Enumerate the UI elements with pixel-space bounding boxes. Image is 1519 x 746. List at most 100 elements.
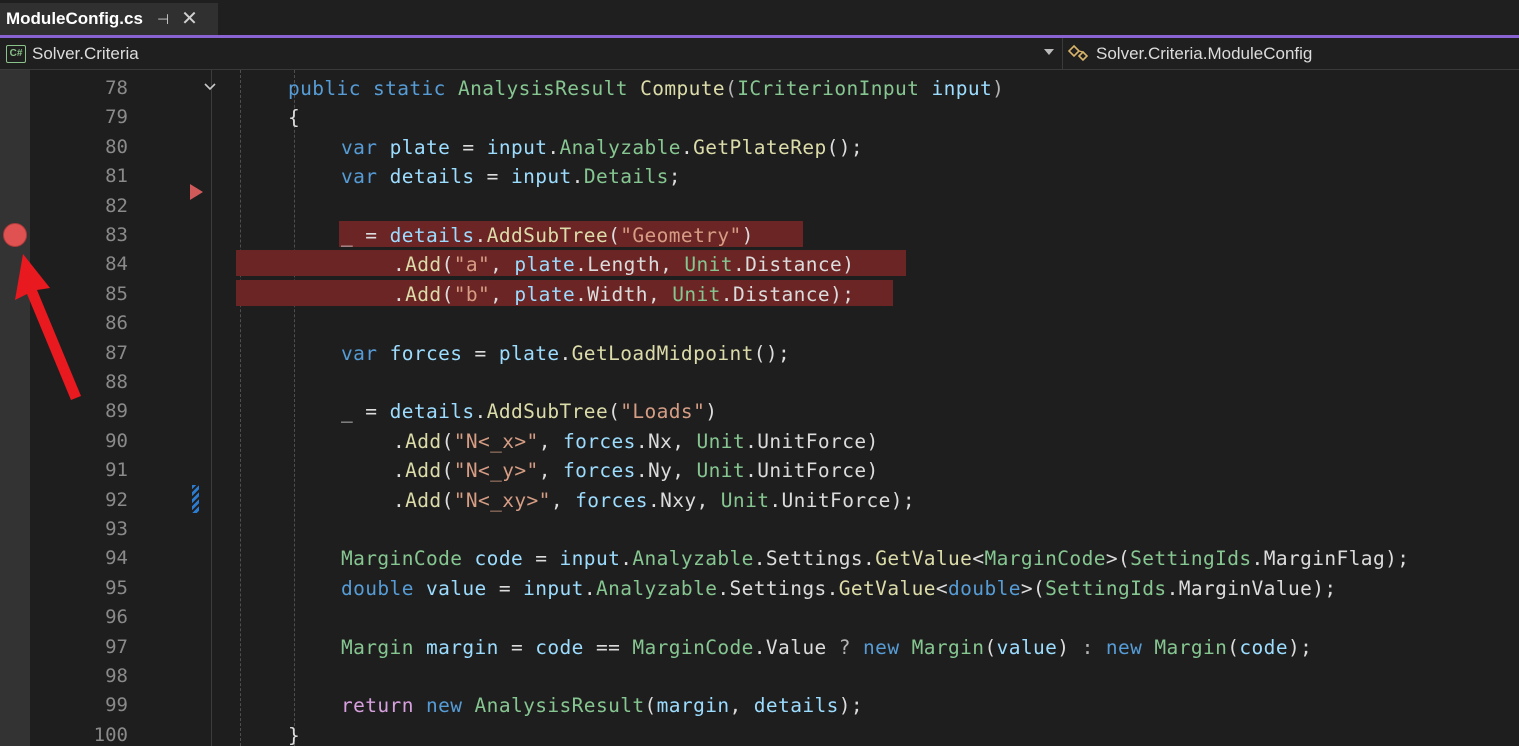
project-dropdown[interactable]: C# Solver.Criteria (6, 38, 1062, 69)
code-line-83[interactable]: _ = details.AddSubTree("Geometry") (341, 221, 754, 250)
code-token: _ = (341, 224, 390, 247)
code-token: UnitForce (781, 488, 891, 512)
code-token: _ = (341, 400, 390, 424)
line-number: 97 (105, 635, 128, 658)
document-tab[interactable]: ModuleConfig.cs ⊣ ✕ (0, 3, 218, 35)
line-number: 95 (105, 576, 128, 599)
code-token: new (1105, 635, 1143, 659)
code-token: ( (441, 429, 454, 453)
code-token: AddSubTree (486, 400, 609, 424)
change-indicator (192, 485, 199, 513)
code-token: "Geometry" (620, 224, 742, 247)
pin-icon[interactable]: ⊣ (157, 11, 169, 28)
close-icon[interactable]: ✕ (181, 9, 198, 29)
code-token: new (863, 635, 900, 659)
code-token: ); (1312, 576, 1337, 600)
code-token: MarginFlag (1263, 547, 1386, 571)
code-token: , (729, 694, 754, 718)
code-token: < (935, 576, 949, 600)
code-token: input (931, 77, 993, 100)
code-token: plate (498, 341, 560, 365)
member-dropdown[interactable]: Solver.Criteria.ModuleConfig (1068, 38, 1312, 69)
code-token: Unit (696, 429, 746, 453)
code-line-95[interactable]: double value = input.Analyzable.Settings… (341, 574, 1337, 603)
code-line-79[interactable]: { (288, 103, 300, 132)
code-token: SettingIds (1130, 547, 1252, 571)
code-line-89[interactable]: _ = details.AddSubTree("Loads") (341, 397, 717, 426)
code-token: Add (405, 429, 442, 453)
code-token: = (486, 576, 524, 600)
code-token: Add (405, 488, 442, 512)
code-token: ( (725, 77, 738, 100)
code-token: ); (1385, 547, 1410, 571)
code-token: . (393, 253, 406, 277)
code-token: static (372, 77, 446, 100)
code-token: , (696, 488, 721, 512)
code-token: UnitForce (757, 459, 867, 483)
code-token: Settings (765, 547, 864, 571)
code-token: double (948, 576, 1021, 600)
tab-title[interactable]: ModuleConfig.cs (6, 9, 143, 29)
code-line-90[interactable]: .Add("N<_x>", forces.Nx, Unit.UnitForce) (393, 427, 879, 456)
code-token: . (393, 282, 406, 306)
code-token: ) (992, 77, 1005, 100)
code-token: Ny (647, 459, 673, 483)
code-token: . (583, 576, 596, 600)
code-token: . (717, 576, 730, 600)
code-token: public (288, 77, 361, 100)
code-line-100[interactable]: } (288, 721, 300, 746)
code-line-78[interactable]: public static AnalysisResult Compute(ICr… (288, 74, 1004, 103)
glyph-margin[interactable] (0, 70, 30, 746)
code-line-81[interactable]: var details = input.Details; (341, 162, 681, 191)
code-line-85[interactable]: .Add("b", plate.Width, Unit.Distance); (393, 280, 854, 309)
line-number: 80 (105, 135, 128, 158)
code-token: ( (441, 253, 454, 277)
code-line-84[interactable]: .Add("a", plate.Length, Unit.Distance) (393, 250, 854, 279)
code-token: = (462, 341, 499, 365)
code-line-80[interactable]: var plate = input.Analyzable.GetPlateRep… (341, 133, 863, 162)
collapse-chevron-icon[interactable] (203, 80, 217, 94)
csharp-project-icon: C# (6, 44, 26, 63)
code-token: . (635, 459, 648, 483)
code-token: forces (389, 341, 463, 365)
nav-divider (1062, 38, 1063, 69)
line-number: 92 (105, 488, 128, 511)
code-token: , (672, 459, 697, 483)
code-line-87[interactable]: var forces = plate.GetLoadMidpoint(); (341, 339, 790, 368)
code-token: Unit (720, 488, 770, 512)
code-token: margin (656, 694, 730, 718)
code-token: ); (1287, 635, 1313, 659)
code-token: MarginValue (1178, 576, 1313, 600)
code-token: ? (826, 635, 864, 659)
code-token: , (538, 459, 563, 483)
code-token: . (620, 547, 633, 571)
code-token: Distance (745, 253, 843, 277)
code-token: value (996, 635, 1058, 659)
code-line-99[interactable]: return new AnalysisResult(margin, detail… (341, 691, 863, 720)
code-token: ( (1227, 635, 1240, 659)
code-line-94[interactable]: MarginCode code = input.Analyzable.Setti… (341, 544, 1409, 573)
code-token: Unit (672, 282, 721, 306)
breakpoint-icon[interactable] (3, 223, 27, 247)
code-line-97[interactable]: Margin margin = code == MarginCode.Value… (341, 633, 1312, 662)
chevron-down-icon[interactable] (1044, 49, 1054, 55)
code-token: plate (389, 135, 451, 159)
code-token: ; (668, 165, 681, 189)
code-line-91[interactable]: .Add("N<_y>", forces.Ny, Unit.UnitForce) (393, 456, 879, 485)
code-token: input (523, 576, 584, 600)
code-token: (); (753, 341, 791, 365)
code-token: = (523, 547, 560, 571)
code-token: . (635, 429, 648, 453)
code-token: Analyzable (595, 576, 718, 600)
code-token: "N<_y>" (453, 459, 539, 483)
code-token: AnalysisResult (474, 694, 645, 718)
code-line-92[interactable]: .Add("N<_xy>", forces.Nxy, Unit.UnitForc… (393, 486, 915, 515)
code-token: Distance (732, 282, 831, 306)
